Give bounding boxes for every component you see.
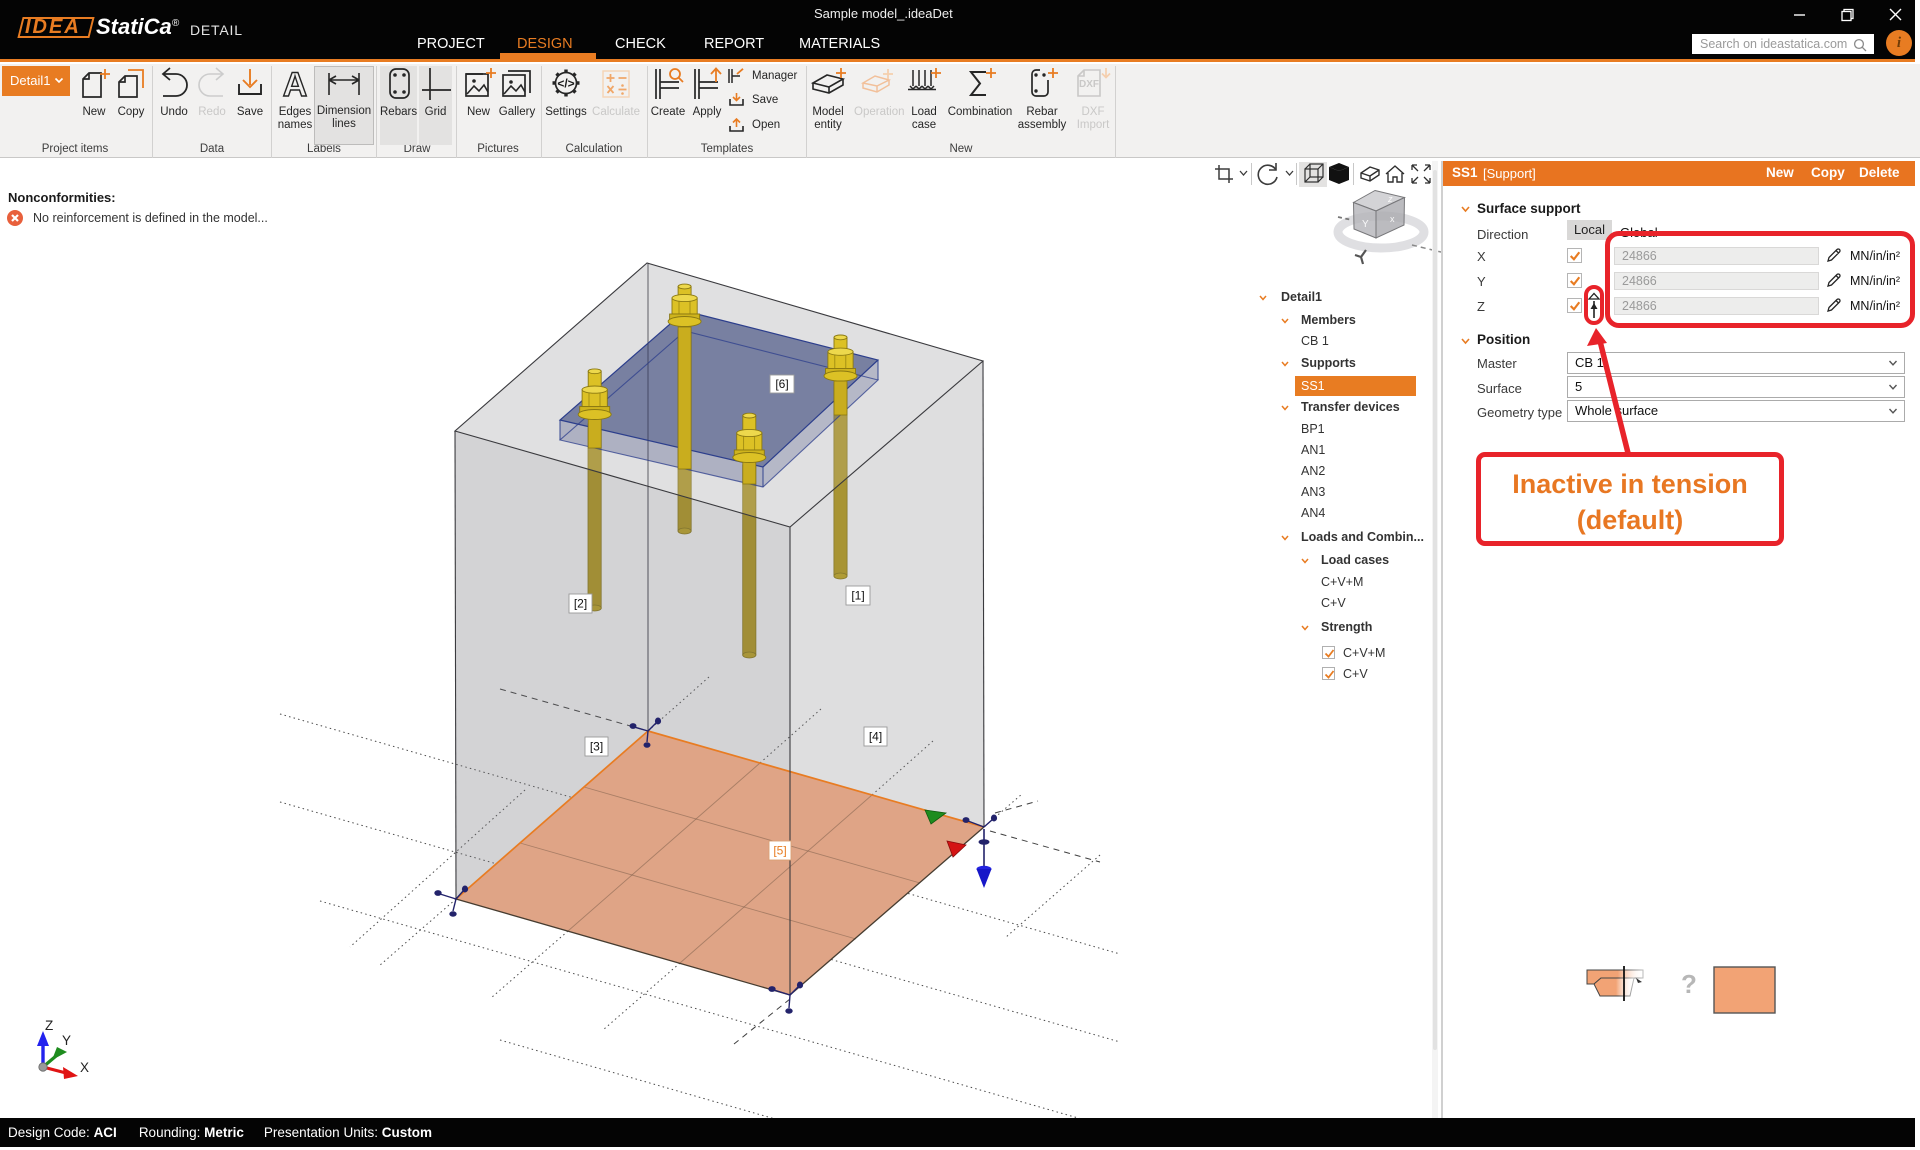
svg-text:A: A (283, 66, 308, 102)
svg-text:Z: Z (45, 1018, 53, 1033)
svg-text:?: ? (1681, 969, 1697, 999)
svg-text:[1]: [1] (851, 589, 864, 603)
svg-text:[3]: [3] (590, 740, 603, 754)
svg-text:[2]: [2] (574, 597, 587, 611)
svg-text:Y: Y (62, 1033, 71, 1048)
svg-text:DXF: DXF (1079, 79, 1099, 90)
svg-text:</>: </> (557, 77, 574, 91)
svg-text:x: x (1390, 214, 1395, 224)
svg-text:X: X (80, 1060, 89, 1075)
svg-text:[6]: [6] (775, 377, 788, 391)
svg-text:Y: Y (1362, 219, 1369, 230)
svg-text:[5]: [5] (773, 844, 786, 858)
svg-text:[4]: [4] (869, 730, 882, 744)
svg-text:z: z (1387, 194, 1393, 204)
